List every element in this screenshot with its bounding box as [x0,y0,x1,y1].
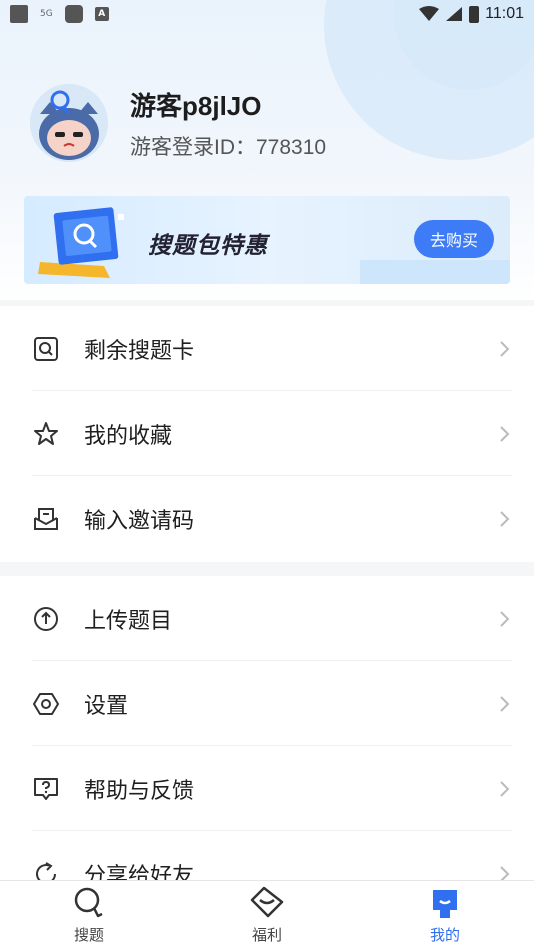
tab-welfare[interactable]: 福利 [178,881,356,950]
promo-banner[interactable]: 搜题包特惠 去购买 [24,196,510,284]
star-icon [32,420,60,448]
menu-item-settings[interactable]: 设置 [0,661,534,746]
user-profile[interactable]: 游客p8jlJO 游客登录ID：778310 [30,84,326,162]
tab-label: 搜题 [73,926,104,944]
invite-icon [32,505,60,533]
bottom-tab-bar: 搜题 福利 我的 [0,880,534,950]
status-bar: 5G A 11:01 [0,0,534,28]
avatar[interactable] [30,84,108,162]
chevron-right-icon [500,865,510,880]
search-pack-icon [38,207,124,278]
menu-item-share[interactable]: 分享给好友 [0,831,534,880]
tab-label: 我的 [429,926,460,944]
menu-label: 输入邀请码 [84,508,195,534]
menu-label: 上传题目 [84,608,173,634]
battery-icon [469,5,480,23]
share-icon [32,860,60,880]
user-name: 游客p8jlJO [130,90,262,121]
chevron-right-icon [500,425,510,442]
profile-icon [433,890,457,918]
decor-stripe [360,260,510,284]
chevron-right-icon [500,610,510,627]
tab-profile[interactable]: 我的 [356,881,534,950]
network-label: 5G [40,9,53,19]
clock: 11:01 [485,5,524,22]
menu-group-general: 上传题目 设置 帮助与反馈 分享给好友 [0,576,534,880]
menu-item-help[interactable]: 帮助与反馈 [0,746,534,831]
menu-item-search-cards[interactable]: 剩余搜题卡 [0,306,534,391]
card-icon [32,335,60,363]
menu-item-favorites[interactable]: 我的收藏 [0,391,534,476]
upload-icon [32,605,60,633]
chevron-right-icon [500,695,510,712]
buy-button[interactable]: 去购买 [414,220,494,258]
notification-icon [64,5,83,23]
search-icon [74,887,103,918]
tab-search[interactable]: 搜题 [0,881,178,950]
accessibility-icon: A [94,7,109,21]
chevron-right-icon [500,510,510,527]
help-icon [32,775,60,803]
menu-label: 剩余搜题卡 [84,338,195,364]
menu-group-account: 剩余搜题卡 我的收藏 输入邀请码 [0,306,534,562]
menu-label: 分享给好友 [84,863,195,881]
cell-signal-icon [446,7,463,21]
tab-label: 福利 [251,926,282,944]
menu-label: 设置 [84,693,129,719]
menu-label: 帮助与反馈 [84,778,195,804]
gift-icon [250,886,284,918]
menu-label: 我的收藏 [84,423,173,449]
banner-title: 搜题包特惠 [148,233,268,259]
menu-item-invite-code[interactable]: 输入邀请码 [0,476,534,561]
wifi-icon [419,6,440,21]
chevron-right-icon [500,340,510,357]
user-id: 游客登录ID：778310 [130,135,327,159]
settings-icon [32,690,60,718]
notification-icon [10,5,28,23]
chevron-right-icon [500,780,510,797]
menu-item-upload[interactable]: 上传题目 [0,576,534,661]
